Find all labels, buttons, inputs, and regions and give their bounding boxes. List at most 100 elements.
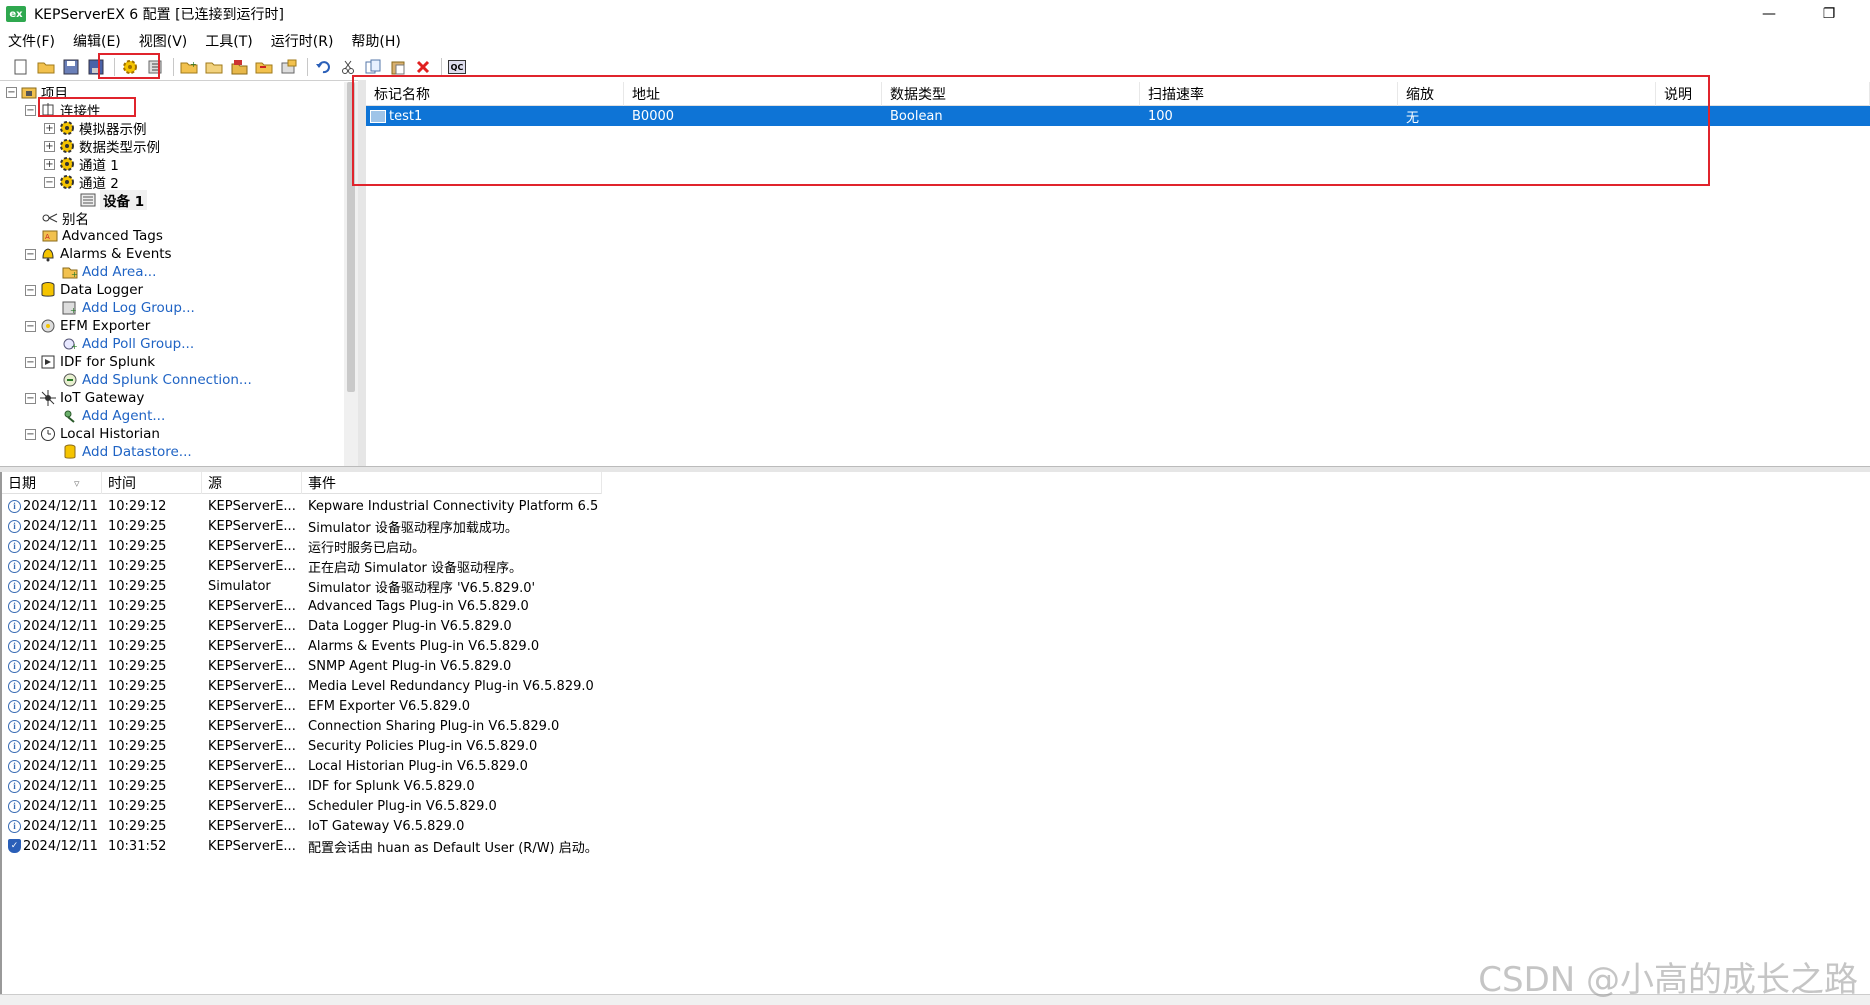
column-source[interactable]: 源 [202, 472, 302, 494]
tree-item-add-poll-group[interactable]: + Add Poll Group... [62, 335, 194, 353]
column-data-type[interactable]: 数据类型 [882, 82, 1140, 106]
cut-icon[interactable] [337, 56, 359, 78]
table-row[interactable]: test1 B0000 Boolean 100 无 [366, 106, 1870, 126]
table-row[interactable]: i 2024/12/11 10:29:25 KEPServerE... IDF for … [2, 776, 802, 796]
collapse-icon[interactable]: − [25, 392, 36, 404]
tree-item-add-datastore[interactable]: Add Datastore... [62, 443, 192, 461]
add-datastore-icon [62, 444, 78, 460]
project-tree: − 项目 − 连接性 + 模拟器示例 + 数据类型示例 + 通道 1 − 通道 … [0, 80, 358, 466]
cell-date: i 2024/12/11 [2, 539, 102, 554]
tree-item-data-logger[interactable]: − Data Logger [25, 281, 143, 299]
column-scaling[interactable]: 缩放 [1398, 82, 1656, 106]
scrollbar-thumb[interactable] [347, 82, 355, 392]
undo-icon[interactable] [312, 56, 334, 78]
collapse-icon[interactable]: − [25, 428, 36, 440]
toolbar-separator [114, 58, 115, 76]
new-device-icon[interactable] [144, 56, 166, 78]
table-row[interactable]: i 2024/12/11 10:29:25 KEPServerE... Security… [2, 736, 802, 756]
table-row[interactable]: i 2024/12/11 10:29:25 KEPServerE... Data Log… [2, 616, 802, 636]
expand-icon[interactable]: + [44, 122, 55, 134]
table-row[interactable]: i 2024/12/11 10:29:25 KEPServerE... 运行时服务已启动… [2, 536, 802, 556]
table-row[interactable]: i 2024/12/11 10:29:12 KEPServerE... Kepware … [2, 496, 802, 516]
column-scan-rate[interactable]: 扫描速率 [1140, 82, 1398, 106]
tree-label: Data Logger [60, 282, 144, 298]
table-row[interactable]: i 2024/12/11 10:29:25 KEPServerE... Media Le… [2, 676, 802, 696]
cell-event: IDF for Splunk V6.5.829.0 [308, 778, 475, 794]
new-tag-icon[interactable] [203, 56, 225, 78]
tree-item-project[interactable]: − 项目 [6, 83, 68, 102]
column-description[interactable]: 说明 [1656, 82, 1870, 106]
tree-item-channel[interactable]: + 数据类型示例 [44, 137, 160, 156]
new-channel-icon[interactable] [119, 56, 141, 78]
collapse-icon[interactable]: − [6, 86, 17, 98]
column-time[interactable]: 时间 [102, 472, 202, 494]
paste-icon[interactable] [387, 56, 409, 78]
tree-item-iot-gateway[interactable]: − IoT Gateway [25, 389, 144, 407]
collapse-icon[interactable]: − [25, 356, 36, 368]
save-icon[interactable] [60, 56, 82, 78]
expand-icon[interactable]: + [44, 140, 55, 152]
tree-item-idf-splunk[interactable]: − IDF for Splunk [25, 353, 155, 371]
pane-splitter-vertical[interactable] [358, 80, 366, 466]
tree-item-advanced-tags[interactable]: A Advanced Tags [42, 227, 163, 245]
tree-item-channel[interactable]: − 通道 2 [44, 173, 119, 192]
tree-item-add-log-group[interactable]: + Add Log Group... [62, 299, 195, 317]
table-row[interactable]: i 2024/12/11 10:29:25 KEPServerE... IoT Gate… [2, 816, 802, 836]
collapse-icon[interactable]: − [25, 248, 36, 260]
table-row[interactable]: i 2024/12/11 10:29:25 KEPServerE... Simulato… [2, 516, 802, 536]
table-row[interactable]: i 2024/12/11 10:29:25 KEPServerE... Local Hi… [2, 756, 802, 776]
tree-label: 通道 2 [79, 176, 119, 192]
tree-item-connectivity[interactable]: − 连接性 [25, 101, 101, 120]
column-address[interactable]: 地址 [624, 82, 882, 106]
table-row[interactable]: i 2024/12/11 10:29:25 KEPServerE... EFM Expo… [2, 696, 802, 716]
copy-icon[interactable] [362, 56, 384, 78]
menu-runtime[interactable]: 运行时(R) [271, 31, 334, 51]
tree-scrollbar[interactable] [344, 82, 358, 466]
tree-item-add-agent[interactable]: Add Agent... [62, 407, 165, 425]
tree-item-channel[interactable]: + 模拟器示例 [44, 119, 147, 138]
table-row[interactable]: i 2024/12/11 10:29:25 KEPServerE... Connecti… [2, 716, 802, 736]
tree-item-efm-exporter[interactable]: − EFM Exporter [25, 317, 150, 335]
properties-icon[interactable] [278, 56, 300, 78]
menu-help[interactable]: 帮助(H) [351, 31, 400, 51]
delete-icon[interactable] [412, 56, 434, 78]
menu-tools[interactable]: 工具(T) [205, 31, 252, 51]
menu-file[interactable]: 文件(F) [8, 31, 55, 51]
collapse-icon[interactable]: − [25, 104, 36, 116]
quick-client-icon[interactable]: QC [446, 56, 468, 78]
table-row[interactable]: i 2024/12/11 10:29:25 KEPServerE... Advanced… [2, 596, 802, 616]
cell-time: 10:29:25 [108, 738, 167, 754]
bulk-tag-icon[interactable] [228, 56, 250, 78]
table-row[interactable]: i 2024/12/11 10:29:25 Simulator Simulator 设备… [2, 576, 802, 596]
column-event[interactable]: 事件 [302, 472, 602, 494]
table-row[interactable]: i 2024/12/11 10:29:25 KEPServerE... Schedule… [2, 796, 802, 816]
menu-edit[interactable]: 编辑(E) [73, 31, 121, 51]
tree-item-add-splunk[interactable]: Add Splunk Connection... [62, 371, 252, 389]
tree-item-channel[interactable]: + 通道 1 [44, 155, 119, 174]
tree-item-local-historian[interactable]: − Local Historian [25, 425, 160, 443]
restore-button[interactable]: ❐ [1806, 0, 1852, 28]
collapse-icon[interactable]: − [25, 284, 36, 296]
open-folder-icon[interactable] [35, 56, 57, 78]
table-row[interactable]: ✓ 2024/12/11 10:31:52 KEPServerE... 配置会话由 hu… [2, 836, 802, 856]
tree-item-add-area[interactable]: + Add Area... [62, 263, 156, 281]
import-icon[interactable] [253, 56, 275, 78]
menu-view[interactable]: 视图(V) [139, 31, 188, 51]
new-file-icon[interactable] [10, 56, 32, 78]
tree-item-device[interactable]: 设备 1 [80, 190, 148, 210]
advanced-tags-icon: A [42, 228, 58, 244]
column-date[interactable]: 日期 ▿ [2, 472, 102, 494]
tree-item-alarms-events[interactable]: − Alarms & Events [25, 245, 172, 263]
table-row[interactable]: i 2024/12/11 10:29:25 KEPServerE... SNMP Age… [2, 656, 802, 676]
expand-icon[interactable]: + [44, 158, 55, 170]
minimize-button[interactable]: — [1746, 0, 1792, 28]
table-row[interactable]: i 2024/12/11 10:29:25 KEPServerE... 正在启动 Sim… [2, 556, 802, 576]
collapse-icon[interactable]: − [25, 320, 36, 332]
collapse-icon[interactable]: − [44, 176, 55, 188]
table-row[interactable]: i 2024/12/11 10:29:25 KEPServerE... Alarms &… [2, 636, 802, 656]
save-as-icon[interactable] [85, 56, 107, 78]
cell-date: i 2024/12/11 [2, 559, 102, 574]
new-group-icon[interactable]: + [178, 56, 200, 78]
column-tag-name[interactable]: 标记名称 [366, 82, 624, 106]
tree-item-aliases[interactable]: 别名 [42, 209, 89, 228]
